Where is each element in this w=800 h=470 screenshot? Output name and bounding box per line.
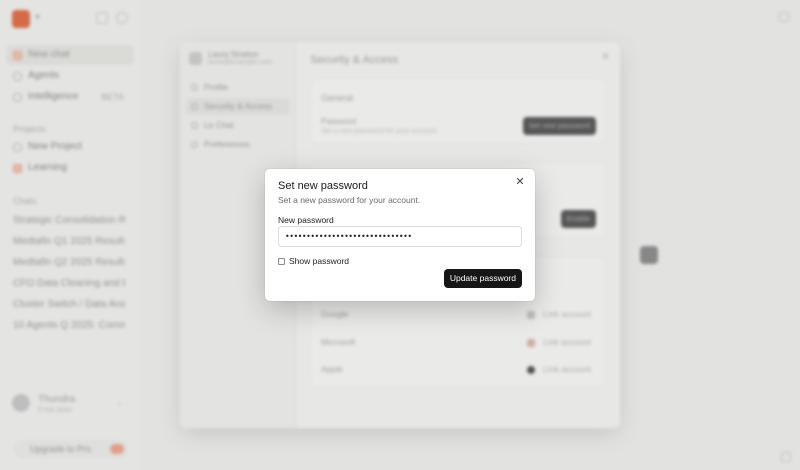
new-password-input[interactable]	[278, 226, 522, 247]
dialog-title: Set new password	[278, 180, 368, 192]
set-password-dialog: Set new password Set a new password for …	[265, 169, 535, 301]
new-password-label: New password	[278, 215, 334, 225]
show-password-checkbox[interactable]	[278, 258, 285, 265]
close-icon[interactable]: ✕	[513, 175, 527, 189]
show-password-label[interactable]: Show password	[289, 256, 349, 266]
update-password-button[interactable]: Update password	[443, 269, 522, 288]
dialog-description: Set a new password for your account.	[278, 195, 421, 205]
